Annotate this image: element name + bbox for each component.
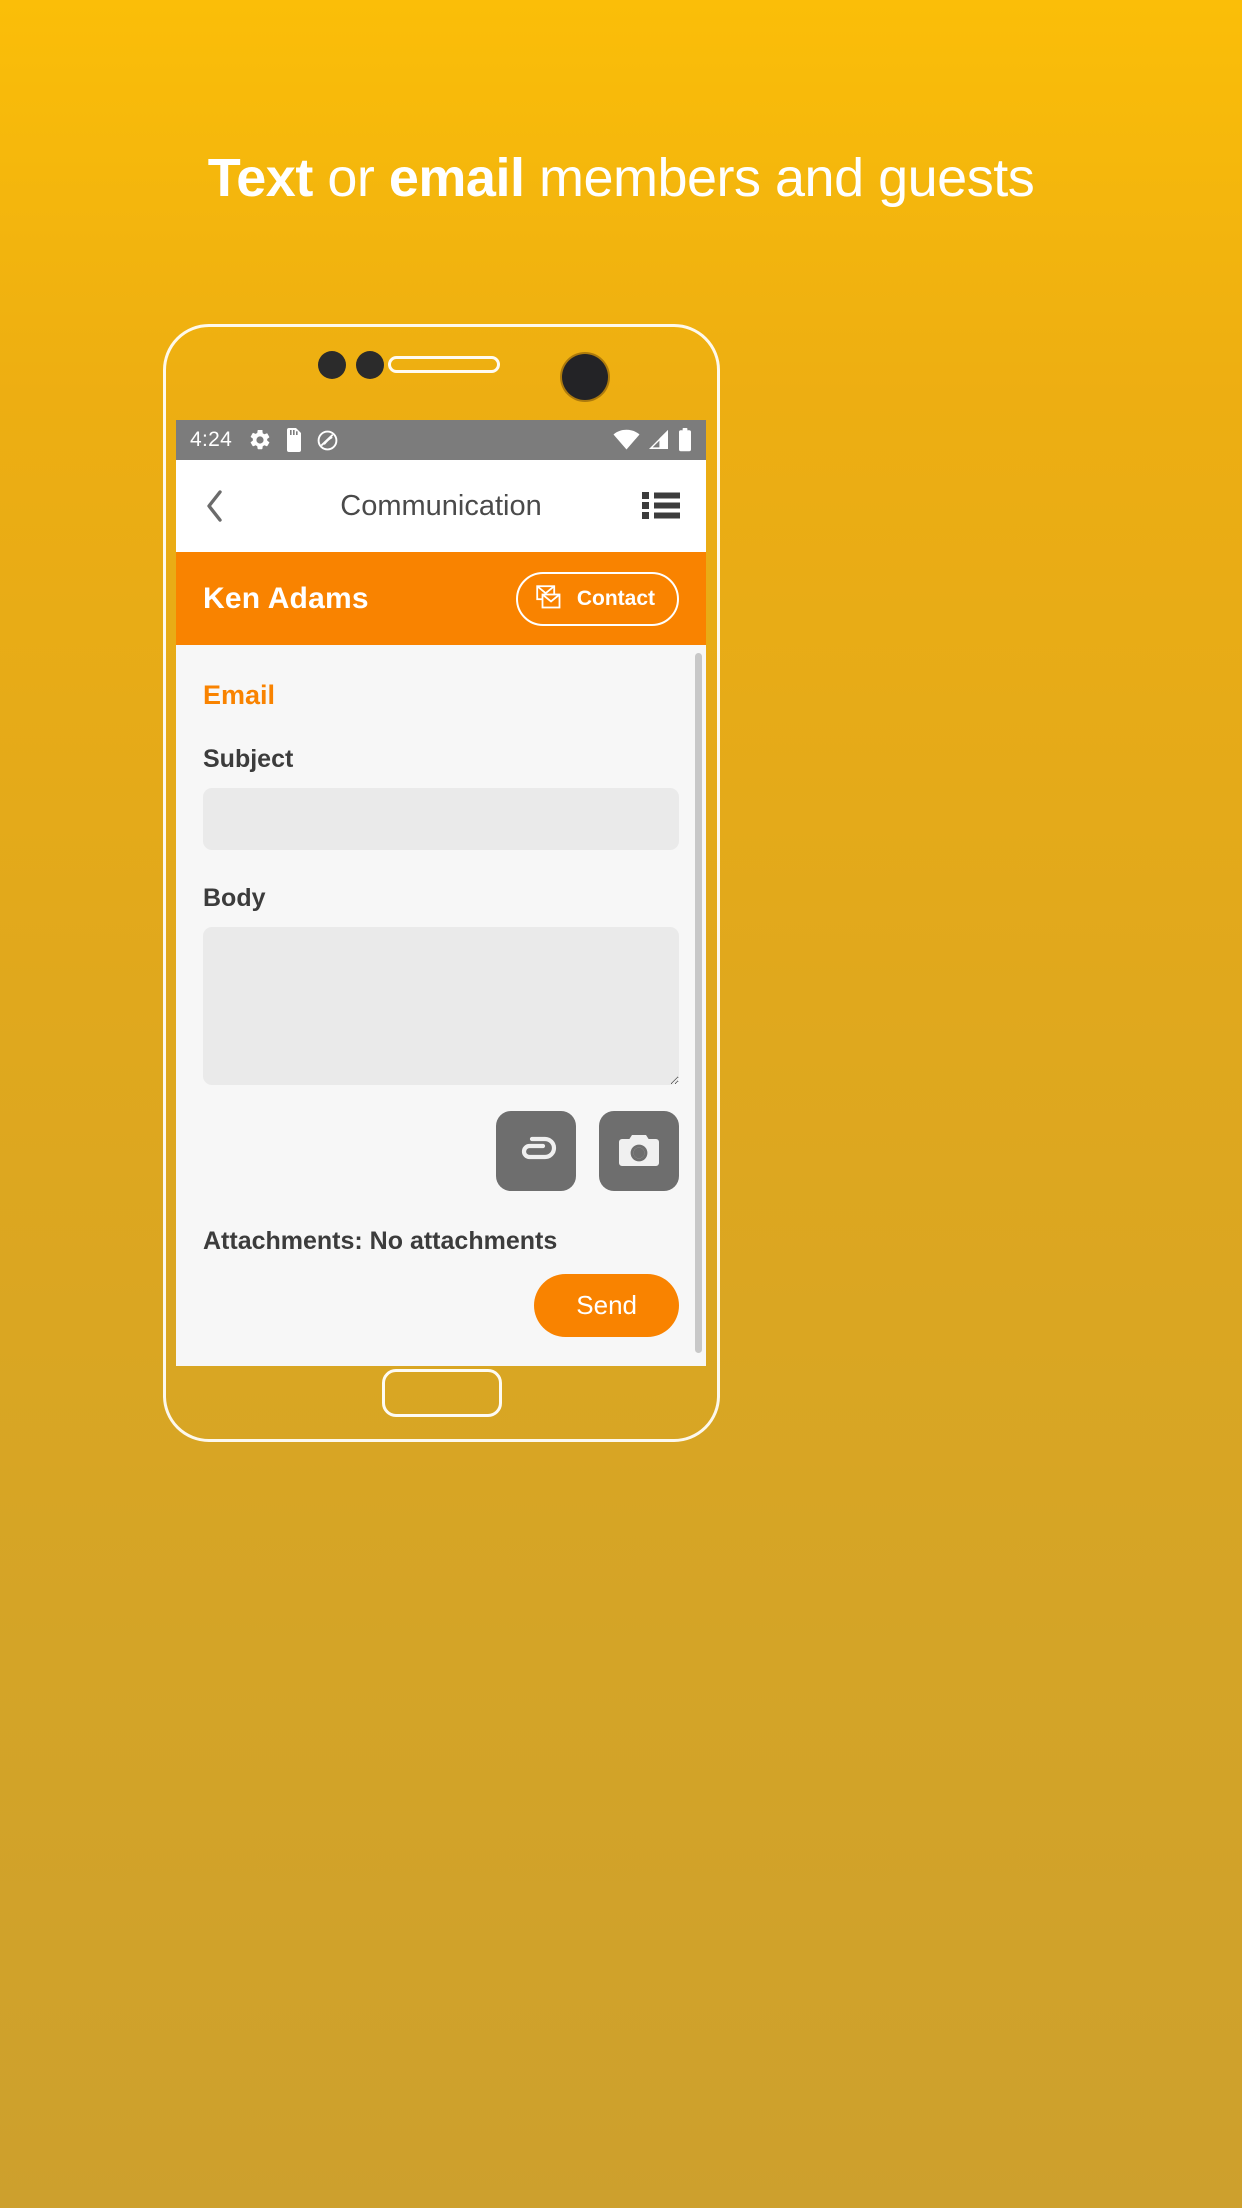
body-input[interactable] [203,927,679,1085]
wifi-icon [613,429,640,450]
scrollbar-track[interactable] [695,645,704,1366]
phone-screen: 4:24 Communication Ken Adams Contact Ema… [176,420,706,1366]
cellular-signal-icon [649,430,668,449]
body-label: Body [203,884,266,912]
section-title-email: Email [203,680,276,710]
media-buttons [203,1111,679,1191]
headline-connector: or [312,148,389,208]
light-sensor-icon [356,351,384,379]
back-chevron-icon [207,490,222,522]
gear-icon [250,429,270,450]
status-time: 4:24 [190,428,233,451]
contact-name: Ken Adams [203,581,369,615]
status-right-icons [613,428,692,452]
front-camera-icon [562,354,608,400]
list-menu-button[interactable] [642,490,680,523]
envelopes-icon [536,584,561,608]
home-button[interactable] [381,1369,502,1417]
attach-file-button[interactable] [496,1111,576,1191]
email-form-content: Email Subject Body Attachments: No attac… [176,645,706,1366]
contact-button[interactable]: Contact [515,571,679,626]
contact-button-label: Contact [576,586,655,610]
proximity-sensor-icon [318,351,346,379]
battery-icon [679,428,691,452]
status-bar: 4:24 [176,420,706,460]
send-row: Send [203,1274,679,1337]
headline-word-text: Text [207,148,314,208]
status-left-icons [248,428,339,452]
scrollbar-thumb[interactable] [695,653,702,1353]
list-menu-icon [642,491,680,519]
app-bar: Communication [176,460,706,552]
subject-input[interactable] [203,788,679,850]
send-button[interactable]: Send [534,1274,679,1337]
camera-icon [619,1135,659,1166]
promo-headline: Text or email members and guests [0,140,1242,216]
back-button[interactable] [202,488,228,524]
earpiece-speaker [388,356,500,373]
page-title: Communication [340,489,542,522]
subject-label: Subject [203,745,294,773]
attachments-status: Attachments: No attachments [203,1227,558,1255]
sd-card-icon [287,428,302,452]
sensor-dots [318,351,384,379]
headline-word-email: email [388,148,525,208]
camera-button[interactable] [599,1111,679,1191]
paperclip-icon [521,1136,557,1160]
headline-tail: members and guests [524,148,1035,208]
contact-header: Ken Adams Contact [176,552,706,645]
do-not-disturb-icon [317,430,338,450]
